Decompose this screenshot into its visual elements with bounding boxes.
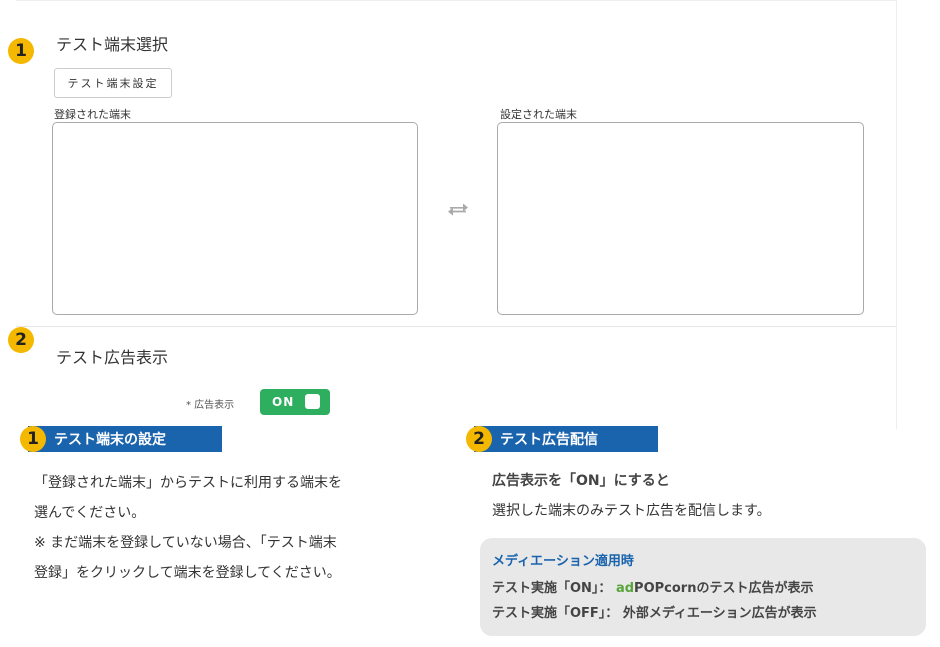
explain-banner-1: 1 テスト端末の設定 — [20, 426, 222, 452]
explain-text-1: 「登録された端末」からテストに利用する端末を 選んでください。 ※ まだ端末を登… — [34, 468, 342, 588]
ad-display-toggle[interactable]: ON — [260, 389, 330, 415]
toggle-knob — [305, 394, 320, 409]
ad-display-label: * 広告表示 — [186, 400, 235, 411]
swap-arrows-icon[interactable] — [446, 200, 470, 218]
test-device-settings-button[interactable]: テスト端末設定 — [54, 68, 172, 98]
explain-text-2: 広告表示を「ON」にすると 選択した端末のみテスト広告を配信します。 — [492, 466, 771, 526]
step-badge-2: 2 — [8, 327, 34, 353]
mediation-on-suffix: POPcornのテスト広告が表示 — [634, 581, 814, 596]
explain-1-line-1: 「登録された端末」からテストに利用する端末を — [34, 475, 342, 491]
configured-devices-label: 設定された端末 — [500, 108, 577, 121]
explain-1-line-2: 選んでください。 — [34, 505, 146, 521]
configured-devices-list[interactable] — [497, 122, 864, 315]
registered-devices-list[interactable] — [52, 122, 418, 315]
explain-2-line-2: 選択した端末のみテスト広告を配信します。 — [492, 503, 771, 519]
step-badge-1: 1 — [8, 38, 34, 64]
mediation-info-box: メディエーション適用時 テスト実施「ON」： adPOPcornのテスト広告が表… — [480, 538, 926, 636]
ad-brand-text: ad — [615, 581, 635, 596]
mediation-on-line: テスト実施「ON」： adPOPcornのテスト広告が表示 — [492, 577, 926, 596]
section-title-test-ad: テスト広告表示 — [56, 348, 169, 367]
explain-1-line-3: ※ まだ端末を登録していない場合、「テスト端末 — [34, 535, 337, 551]
mediation-off-line: テスト実施「OFF」： 外部メディエーション広告が表示 — [492, 606, 817, 621]
explain-badge-2: 2 — [466, 426, 492, 452]
registered-devices-label: 登録された端末 — [54, 108, 131, 121]
explain-title-1: テスト端末の設定 — [54, 432, 166, 448]
section-title-test-device: テスト端末選択 — [56, 35, 169, 54]
explain-banner-2: 2 テスト広告配信 — [466, 426, 658, 452]
mediation-on-prefix: テスト実施「ON」： — [492, 581, 612, 596]
explain-badge-1: 1 — [20, 426, 46, 452]
toggle-state-text: ON — [272, 395, 295, 409]
section-divider — [16, 326, 896, 327]
explain-title-2: テスト広告配信 — [500, 432, 598, 448]
explain-2-line-1: 広告表示を「ON」にすると — [492, 473, 670, 489]
mediation-title: メディエーション適用時 — [492, 554, 634, 569]
explain-1-line-4: 登録」をクリックして端末を登録してください。 — [34, 565, 341, 581]
